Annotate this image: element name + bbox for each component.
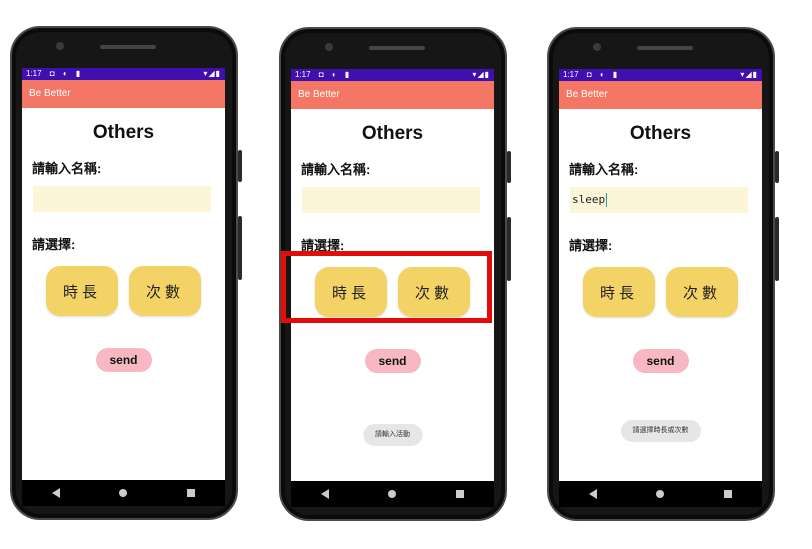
page-title: Others: [629, 123, 692, 144]
choose-label: 請選擇:: [32, 237, 76, 252]
power-button: [775, 151, 779, 183]
nav-bar: [22, 480, 225, 506]
notification-icons: ◘ ◐ ▮: [49, 69, 84, 78]
power-button: [507, 151, 511, 183]
name-label: 請輸入名稱:: [301, 162, 371, 177]
name-label: 請輸入名稱:: [569, 162, 639, 177]
nav-bar: [291, 481, 494, 507]
toast-message: 請選擇時長或次數: [620, 420, 701, 442]
name-input[interactable]: sleep: [570, 187, 748, 213]
recents-icon[interactable]: [187, 489, 196, 497]
app-title: Be Better: [298, 89, 340, 100]
volume-button: [775, 217, 779, 281]
recents-icon[interactable]: [456, 490, 465, 498]
duration-button[interactable]: 時長: [583, 267, 655, 317]
notification-icons: ◘ ◐ ▮: [318, 70, 353, 79]
signal-battery-icon: ▾◢▮: [740, 70, 758, 79]
option-group: 時長 次數: [22, 266, 225, 316]
count-button[interactable]: 次數: [666, 267, 738, 317]
app-bar: Be Better: [291, 81, 494, 109]
count-button[interactable]: 次數: [129, 266, 201, 316]
send-button[interactable]: send: [632, 349, 689, 373]
back-icon[interactable]: [51, 488, 60, 498]
name-input-value: sleep: [572, 193, 606, 206]
nav-bar: [559, 481, 762, 507]
recents-icon[interactable]: [724, 490, 733, 498]
front-camera: [56, 42, 64, 50]
earpiece-speaker: [100, 45, 156, 49]
duration-button[interactable]: 時長: [46, 266, 118, 316]
name-input[interactable]: [302, 187, 480, 213]
volume-button: [507, 217, 511, 281]
earpiece-speaker: [369, 46, 425, 50]
volume-button: [238, 216, 242, 280]
app-bar: Be Better: [559, 81, 762, 109]
back-icon[interactable]: [320, 489, 329, 499]
status-bar: 1:17 ◘ ◐ ▮ ▾◢▮: [559, 69, 762, 81]
front-camera: [593, 43, 601, 51]
signal-battery-icon: ▾◢▮: [472, 70, 490, 79]
phone-3: 1:17 ◘ ◐ ▮ ▾◢▮ Be Better Others 請輸入名稱: s…: [547, 27, 779, 521]
send-button[interactable]: send: [364, 349, 421, 373]
power-button: [238, 150, 242, 182]
name-input[interactable]: [33, 186, 211, 212]
page-title: Others: [92, 122, 155, 143]
home-icon[interactable]: [656, 490, 665, 498]
home-icon[interactable]: [388, 490, 397, 498]
app-title: Be Better: [29, 88, 71, 99]
app-title: Be Better: [566, 89, 608, 100]
toast-message: 請輸入活動: [363, 424, 422, 446]
name-label: 請輸入名稱:: [32, 161, 102, 176]
highlight-box: [281, 251, 492, 323]
status-bar: 1:17 ◘ ◐ ▮ ▾◢▮: [22, 68, 225, 80]
home-icon[interactable]: [119, 489, 128, 497]
option-group: 時長 次數: [559, 267, 762, 317]
choose-label: 請選擇:: [569, 238, 613, 253]
screen: 1:17 ◘ ◐ ▮ ▾◢▮ Be Better Others 請輸入名稱: 請…: [22, 68, 225, 480]
front-camera: [325, 43, 333, 51]
status-time: 1:17: [563, 70, 579, 79]
screen: 1:17 ◘ ◐ ▮ ▾◢▮ Be Better Others 請輸入名稱: s…: [559, 69, 762, 481]
phone-1: 1:17 ◘ ◐ ▮ ▾◢▮ Be Better Others 請輸入名稱: 請…: [10, 26, 242, 520]
page-title: Others: [361, 123, 424, 144]
notification-icons: ◘ ◐ ▮: [586, 70, 621, 79]
status-time: 1:17: [295, 70, 311, 79]
send-button[interactable]: send: [95, 348, 152, 372]
back-icon[interactable]: [588, 489, 597, 499]
status-time: 1:17: [26, 69, 42, 78]
signal-battery-icon: ▾◢▮: [203, 69, 221, 78]
earpiece-speaker: [637, 46, 693, 50]
status-bar: 1:17 ◘ ◐ ▮ ▾◢▮: [291, 69, 494, 81]
text-caret: [606, 193, 608, 207]
app-bar: Be Better: [22, 80, 225, 108]
